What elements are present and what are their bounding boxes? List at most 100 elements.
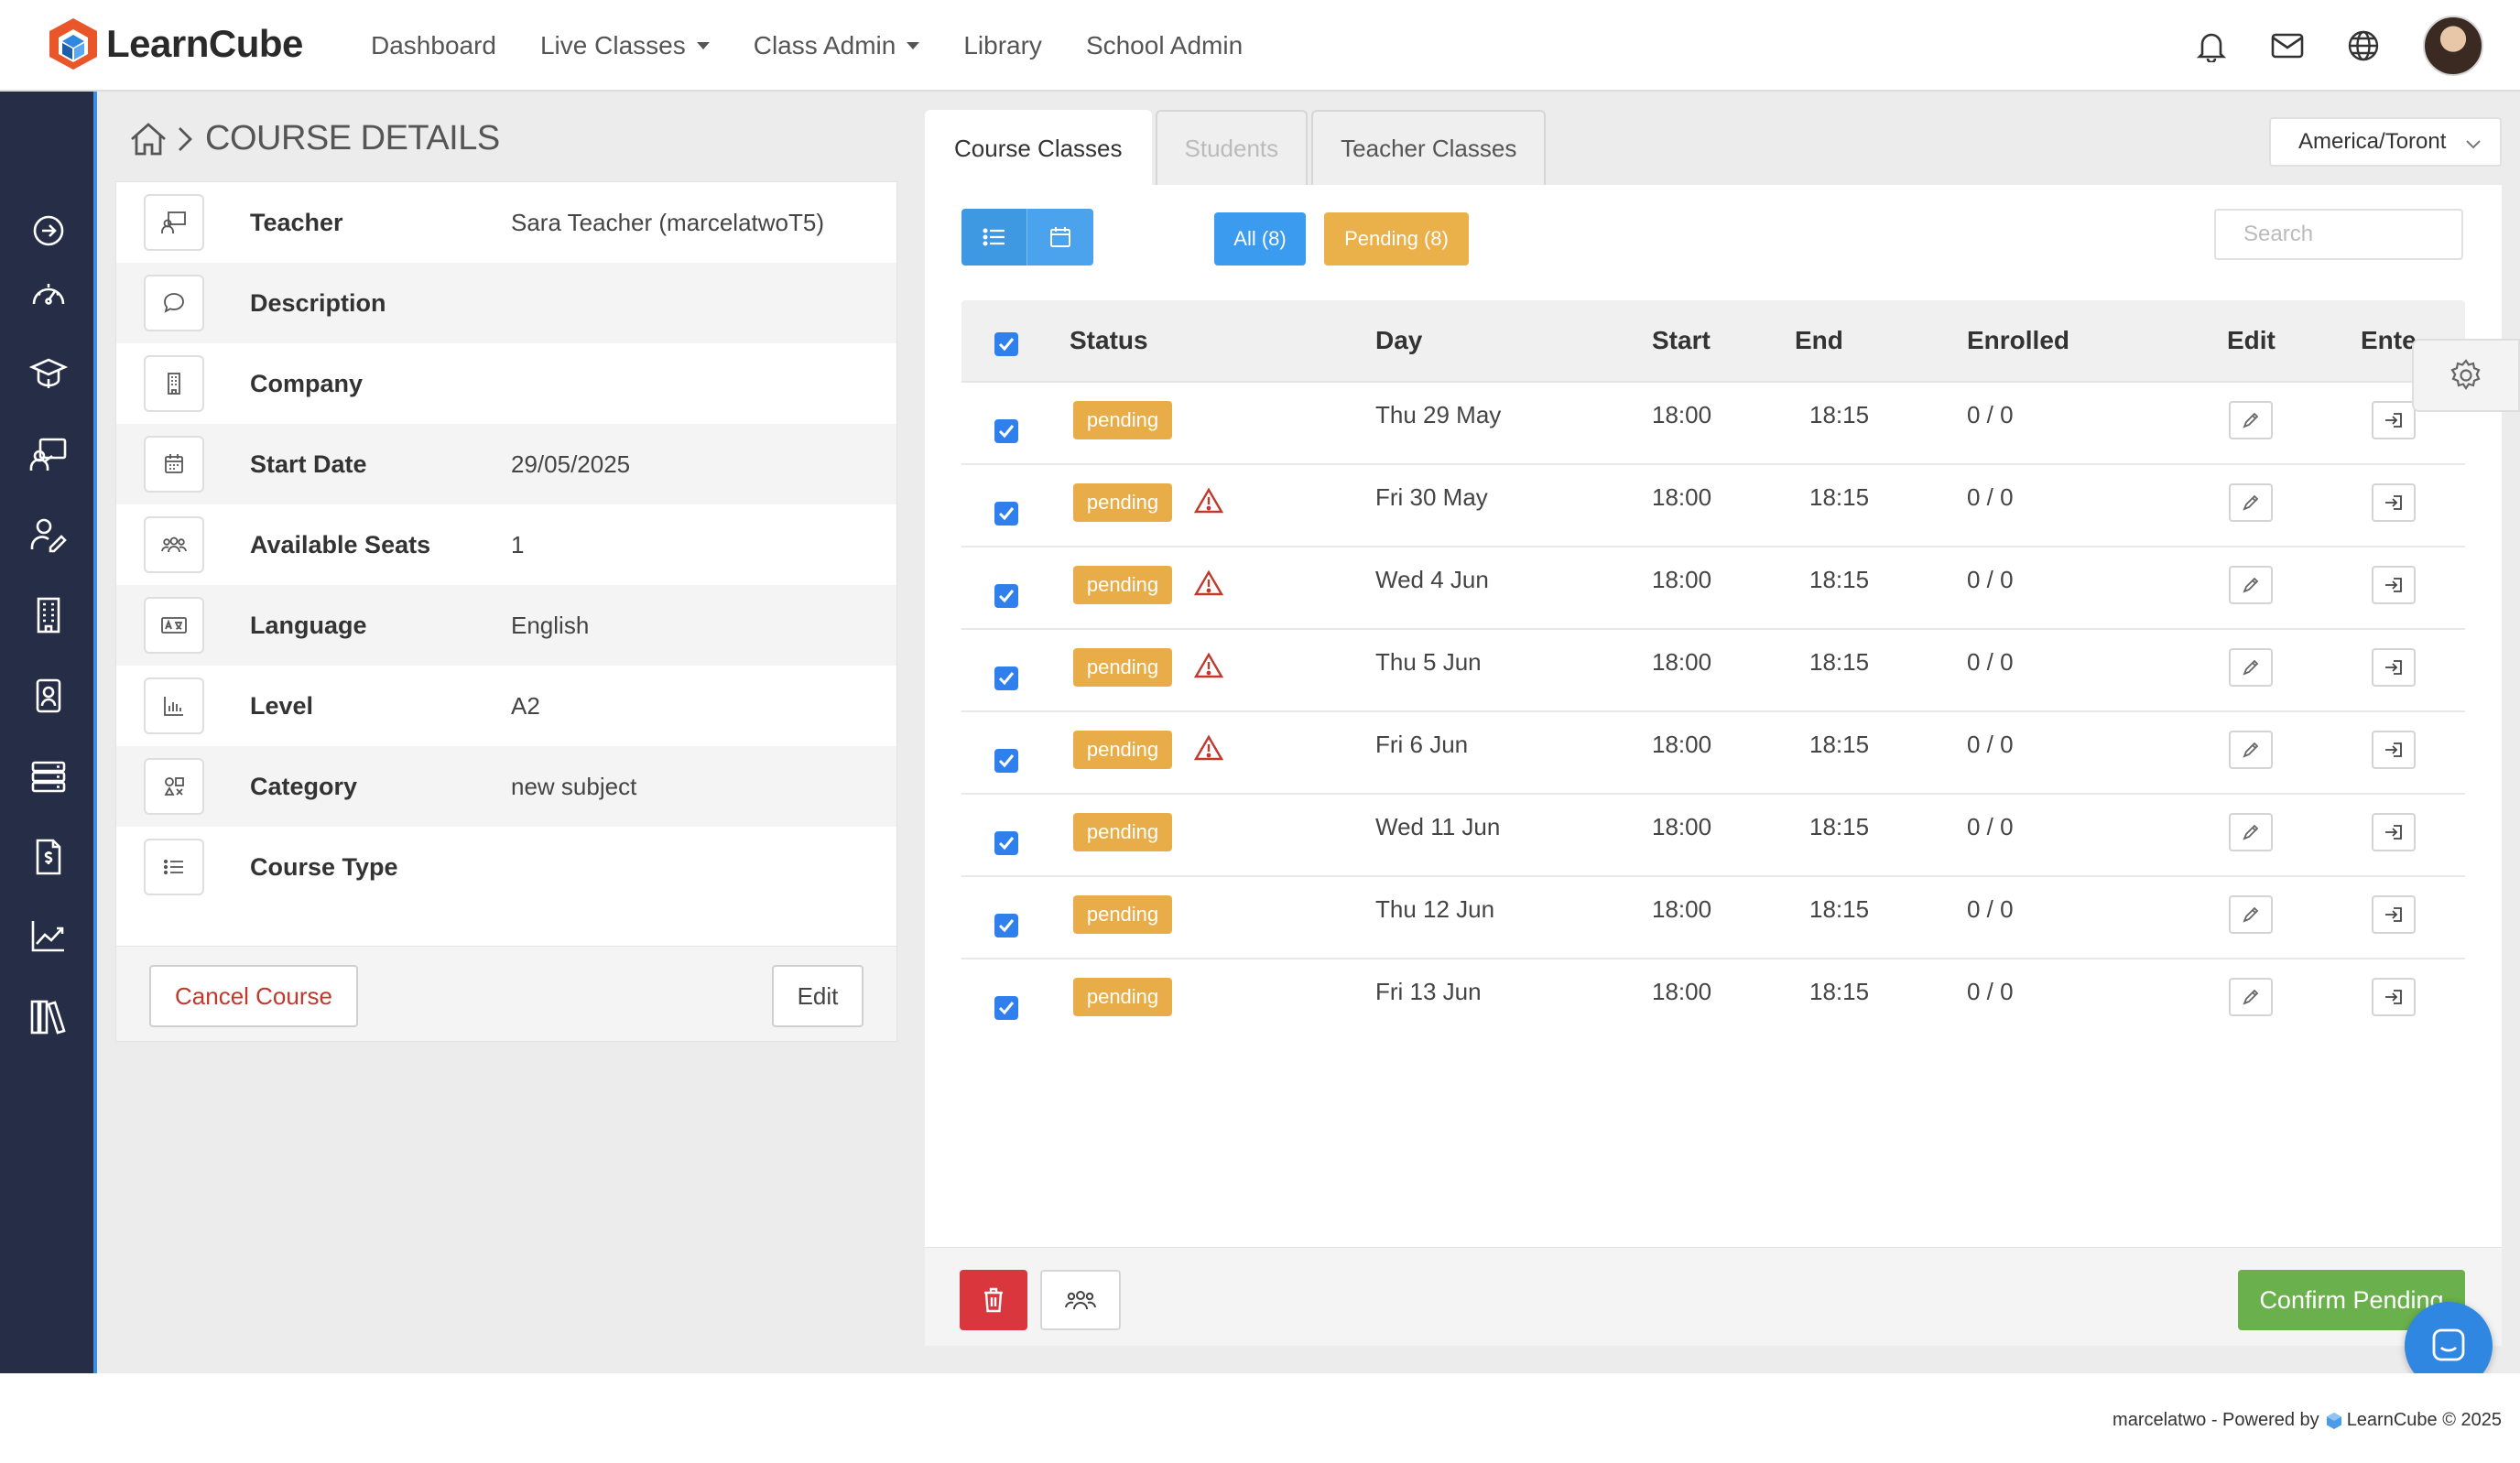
app-logo[interactable]: LearnCube: [48, 16, 303, 71]
edit-class-button[interactable]: [2229, 401, 2273, 439]
nav-dashboard[interactable]: Dashboard: [371, 31, 496, 60]
arrow-right-circle-icon[interactable]: [28, 211, 69, 251]
select-all-checkbox[interactable]: [994, 332, 1018, 356]
cell-enrolled: 0 / 0: [1967, 401, 2014, 428]
column-header[interactable]: Day: [1375, 300, 1422, 381]
row-checkbox[interactable]: [994, 831, 1018, 855]
column-header[interactable]: Start: [1652, 300, 1711, 381]
enter-class-button[interactable]: [2372, 401, 2416, 439]
nav-class-admin[interactable]: Class Admin: [754, 31, 920, 60]
check-icon: [998, 338, 1015, 352]
dashboard-gauge-icon[interactable]: [28, 275, 69, 315]
cell-start: 18:00: [1652, 731, 1712, 758]
mail-icon[interactable]: [2271, 33, 2304, 59]
edit-class-button[interactable]: [2229, 483, 2273, 522]
cell-end: 18:15: [1809, 648, 1870, 676]
enter-class-button[interactable]: [2372, 566, 2416, 604]
edit-class-button[interactable]: [2229, 813, 2273, 851]
users-icon: [1065, 1291, 1096, 1310]
edit-class-button[interactable]: [2229, 566, 2273, 604]
calendar-view-button[interactable]: [1027, 209, 1093, 266]
detail-label: Start Date: [250, 450, 367, 478]
pencil-icon: [2243, 659, 2259, 676]
cell-end: 18:15: [1809, 978, 1870, 1005]
breadcrumb: COURSE DETAILS: [128, 119, 500, 158]
row-checkbox[interactable]: [994, 584, 1018, 608]
tab-students[interactable]: Students: [1155, 110, 1309, 185]
cell-enrolled: 0 / 0: [1967, 483, 2014, 511]
enter-class-button[interactable]: [2372, 648, 2416, 687]
edit-course-button[interactable]: Edit: [772, 965, 864, 1027]
detail-value: English: [511, 611, 590, 639]
enter-icon: [2385, 413, 2402, 428]
edit-class-button[interactable]: [2229, 978, 2273, 1016]
detail-row-teacher: Teacher Sara Teacher (marcelatwoT5): [116, 182, 896, 263]
panel-footer: Confirm Pending: [925, 1247, 2502, 1346]
row-checkbox[interactable]: [994, 914, 1018, 937]
classes-table: Status Day Start End Enrolled Edit Ente …: [961, 300, 2465, 1042]
enter-class-button[interactable]: [2372, 895, 2416, 934]
library-books-icon[interactable]: [28, 996, 69, 1036]
enter-class-button[interactable]: [2372, 978, 2416, 1016]
globe-icon[interactable]: [2348, 30, 2379, 61]
settings-gear-icon[interactable]: [2412, 339, 2520, 412]
billing-document-icon[interactable]: [28, 837, 69, 877]
timezone-select[interactable]: America/Toront: [2269, 117, 2502, 167]
view-toggle: [961, 209, 1093, 266]
cell-start: 18:00: [1652, 566, 1712, 593]
trash-icon: [984, 1287, 1003, 1313]
row-checkbox[interactable]: [994, 419, 1018, 443]
status-badge: pending: [1073, 483, 1172, 522]
column-header[interactable]: End: [1795, 300, 1843, 381]
users-icon: [144, 516, 204, 573]
id-badge-icon[interactable]: [28, 676, 69, 716]
warning-icon: [1194, 734, 1223, 761]
list-view-button[interactable]: [961, 209, 1027, 266]
edit-class-button[interactable]: [2229, 731, 2273, 769]
cell-end: 18:15: [1809, 401, 1870, 428]
edit-class-button[interactable]: [2229, 895, 2273, 934]
graduation-cap-icon[interactable]: [28, 353, 69, 394]
nav-library[interactable]: Library: [963, 31, 1042, 60]
server-icon[interactable]: [28, 756, 69, 797]
filter-pending-button[interactable]: Pending (8): [1324, 212, 1469, 266]
enter-icon: [2385, 660, 2402, 675]
teacher-icon: [144, 194, 204, 251]
column-header[interactable]: Enrolled: [1967, 300, 2069, 381]
table-row: pending Fri 13 Jun 18:00 18:15 0 / 0: [961, 959, 2465, 1042]
nav-school-admin[interactable]: School Admin: [1086, 31, 1243, 60]
user-avatar[interactable]: [2423, 16, 2483, 76]
enter-icon: [2385, 742, 2402, 757]
row-checkbox[interactable]: [994, 749, 1018, 773]
page-title: COURSE DETAILS: [205, 119, 500, 157]
chat-icon: [2432, 1328, 2465, 1361]
row-checkbox[interactable]: [994, 502, 1018, 526]
enter-class-button[interactable]: [2372, 813, 2416, 851]
column-header: Ente: [2361, 326, 2417, 354]
footer-brand[interactable]: LearnCube © 2025: [2347, 1410, 2502, 1431]
detail-row-description: Description: [116, 263, 896, 343]
detail-label: Teacher: [250, 208, 343, 236]
nav-live-classes[interactable]: Live Classes: [540, 31, 710, 60]
enter-class-button[interactable]: [2372, 731, 2416, 769]
column-header[interactable]: Status: [1070, 300, 1148, 381]
tab-course-classes[interactable]: Course Classes: [925, 110, 1152, 185]
filter-all-button[interactable]: All (8): [1214, 212, 1306, 266]
table-row: pending Fri 30 May 18:00 18:15 0 / 0: [961, 465, 2465, 547]
enter-class-button[interactable]: [2372, 483, 2416, 522]
bell-icon[interactable]: [2196, 29, 2227, 62]
user-edit-icon[interactable]: [28, 515, 69, 555]
detail-label: Available Seats: [250, 530, 431, 558]
edit-class-button[interactable]: [2229, 648, 2273, 687]
home-icon[interactable]: [128, 121, 168, 157]
building-icon[interactable]: [28, 595, 69, 635]
chart-line-icon[interactable]: [28, 916, 69, 956]
delete-classes-button[interactable]: [960, 1270, 1027, 1330]
manage-students-button[interactable]: [1040, 1270, 1121, 1330]
cancel-course-button[interactable]: Cancel Course: [149, 965, 358, 1027]
teacher-board-icon[interactable]: [28, 434, 69, 474]
search-input[interactable]: [2214, 209, 2463, 260]
row-checkbox[interactable]: [994, 996, 1018, 1020]
tab-teacher-classes[interactable]: Teacher Classes: [1311, 110, 1547, 185]
row-checkbox[interactable]: [994, 666, 1018, 690]
